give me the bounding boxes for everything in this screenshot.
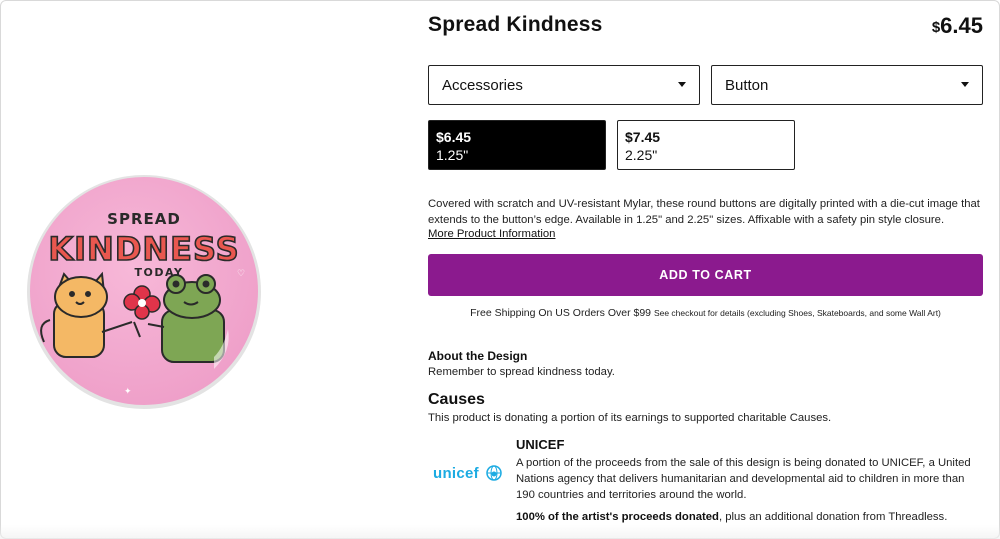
category-select[interactable]: Accessories [428, 65, 700, 105]
shipping-main-text: Free Shipping On US Orders Over $99 [470, 307, 652, 319]
product-description: Covered with scratch and UV-resistant My… [428, 198, 980, 226]
about-design-text: Remember to spread kindness today. [428, 366, 615, 378]
chevron-down-icon [961, 82, 969, 87]
cause-name: UNICEF [516, 437, 565, 452]
more-product-info-link[interactable]: More Product Information [428, 228, 555, 240]
unicef-logo[interactable]: unicef [433, 465, 503, 482]
svg-text:♡: ♡ [237, 269, 245, 279]
svg-text:✦: ✦ [124, 387, 132, 397]
image-text-spread: SPREAD [107, 210, 181, 228]
price-currency: $ [931, 19, 941, 36]
style-select[interactable]: Button [711, 65, 983, 105]
shipping-details-text: See checkout for details (excluding Shoe… [653, 308, 941, 318]
globe-icon [486, 465, 503, 481]
category-select-value: Accessories [442, 76, 523, 94]
svg-text:KINDNESS: KINDNESS [48, 230, 239, 268]
unicef-logo-text: unicef [433, 465, 479, 482]
style-select-value: Button [725, 76, 769, 94]
size-option-size: 2.25" [625, 147, 658, 163]
size-option-price: $7.45 [625, 129, 661, 145]
price-value: 6.45 [940, 13, 983, 38]
chevron-down-icon [678, 82, 686, 87]
size-option-price: $6.45 [436, 129, 472, 145]
size-option-small[interactable]: $6.45 1.25" [428, 120, 606, 170]
add-to-cart-button[interactable]: ADD TO CART [428, 254, 983, 296]
product-image[interactable]: ✦ ♡ SPREAD KINDNESS TODAY [24, 172, 264, 412]
causes-heading: Causes [428, 391, 485, 408]
bottom-fade [0, 525, 1000, 539]
size-option-large[interactable]: $7.45 2.25" [617, 120, 795, 170]
product-title: Spread Kindness [428, 13, 603, 36]
cause-donation-note: 100% of the artist's proceeds donated, p… [516, 511, 947, 523]
button-artwork: ✦ ♡ SPREAD KINDNESS TODAY [27, 175, 261, 409]
causes-text: This product is donating a portion of it… [428, 412, 832, 424]
shipping-info: Free Shipping On US Orders Over $99 See … [428, 307, 983, 319]
cause-donation-bold: 100% of the artist's proceeds donated [516, 511, 719, 523]
size-option-size: 1.25" [436, 147, 469, 163]
product-price: $6.45 [932, 13, 983, 39]
image-text-kindness: KINDNESS [48, 229, 240, 269]
cause-description: A portion of the proceeds from the sale … [516, 457, 971, 501]
cause-donation-rest: , plus an additional donation from Threa… [718, 511, 948, 523]
about-design-heading: About the Design [428, 349, 528, 363]
